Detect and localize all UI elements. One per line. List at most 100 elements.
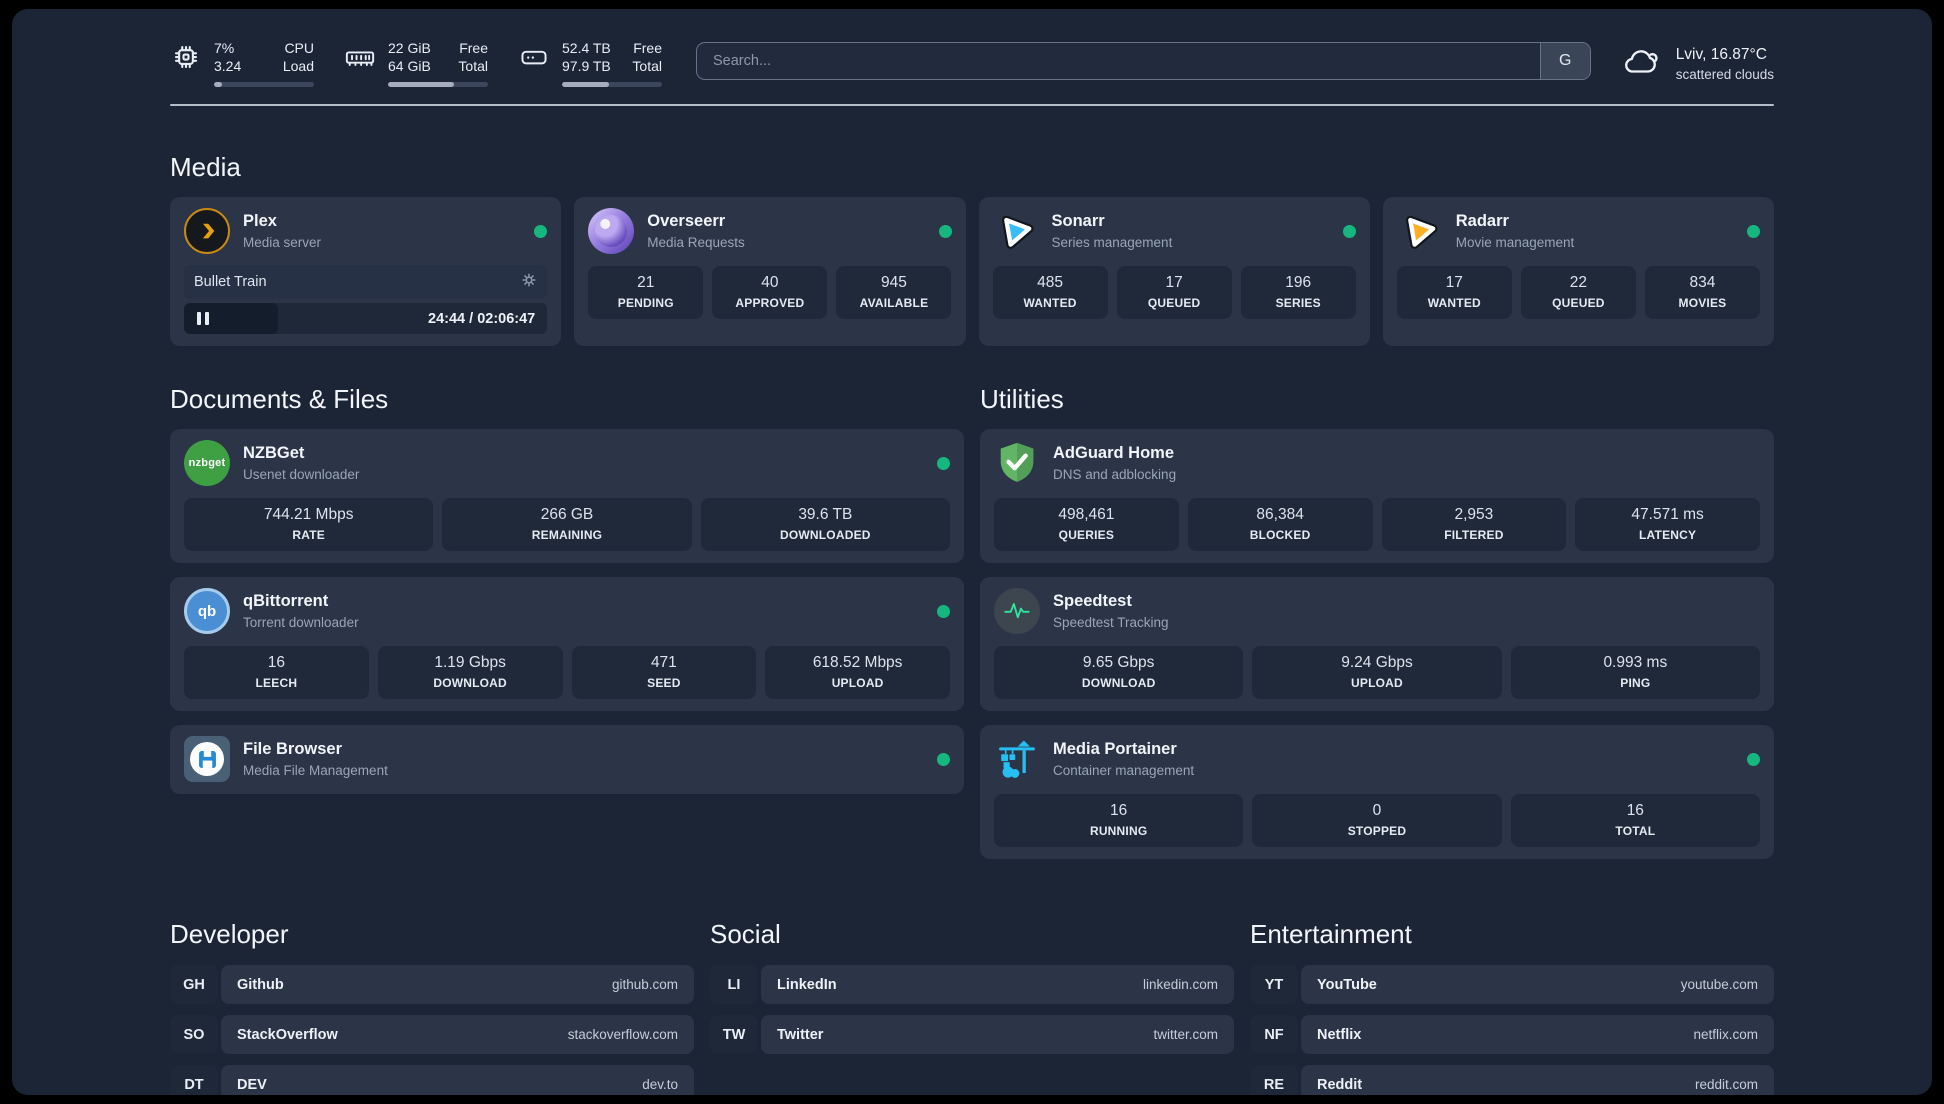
stat-value: 0.993 ms (1603, 654, 1668, 671)
search-bar: G (696, 42, 1591, 80)
link-name: Twitter (777, 1026, 824, 1043)
stat-tile: 0 STOPPED (1252, 794, 1502, 847)
app-subtitle: DNS and adblocking (1053, 467, 1177, 482)
settings-icon[interactable] (521, 272, 537, 292)
stat-label: LATENCY (1639, 528, 1697, 542)
storage-icon (518, 41, 550, 73)
stat-tile: 47.571 ms LATENCY (1575, 498, 1760, 551)
app-subtitle: Container management (1053, 763, 1195, 778)
section-title-developer: Developer (170, 919, 289, 949)
app-subtitle: Speedtest Tracking (1053, 615, 1169, 630)
stat-value: 21 (637, 274, 655, 291)
stat-tile: 9.65 Gbps DOWNLOAD (994, 646, 1244, 699)
dashboard: 7% 3.24 CPU Load 22 GiB 64 GiB Free Tota… (12, 9, 1932, 1095)
link-abbr: SO (170, 1015, 218, 1054)
search-engine-button[interactable]: G (1539, 43, 1590, 79)
app-name: Plex (243, 212, 277, 230)
stat-value: 834 (1689, 274, 1716, 291)
memory-progress-fill (388, 82, 454, 87)
stat-label: WANTED (1023, 296, 1077, 310)
stat-value: 9.65 Gbps (1082, 654, 1155, 671)
app-name: Sonarr (1051, 212, 1105, 230)
filebrowser-card[interactable]: File Browser Media File Management (170, 725, 964, 794)
pause-button[interactable] (184, 303, 278, 334)
radarr-card[interactable]: Radarr Movie management 17 WANTED 22 QUE… (1382, 197, 1774, 346)
link-row-netflix[interactable]: NF Netflix netflix.com (1250, 1015, 1774, 1054)
stat-value: 16 (1626, 802, 1644, 819)
nzbget-icon: nzbget (184, 440, 230, 486)
stat-value: 196 (1285, 274, 1312, 291)
qbittorrent-icon-text: qb (197, 602, 217, 620)
link-row-linkedin[interactable]: LI LinkedIn linkedin.com (710, 965, 1234, 1004)
stat-value: 471 (650, 654, 677, 671)
link-row-github[interactable]: GH Github github.com (170, 965, 694, 1004)
stat-label: REMAINING (531, 528, 603, 542)
adguard-card[interactable]: AdGuard Home DNS and adblocking 498,461 … (980, 429, 1774, 563)
link-name: YouTube (1317, 976, 1377, 993)
link-domain: reddit.com (1694, 1077, 1758, 1092)
link-abbr: RE (1250, 1065, 1298, 1095)
nzbget-icon-text: nzbget (188, 457, 226, 469)
link-domain: dev.to (642, 1077, 678, 1092)
stat-label: RATE (292, 528, 325, 542)
sonarr-icon (993, 208, 1039, 254)
qbittorrent-card[interactable]: qb qBittorrent Torrent downloader 16 LEE… (170, 577, 964, 711)
section-title-documents: Documents & Files (170, 384, 389, 414)
section-title-utilities: Utilities (980, 384, 1064, 414)
link-row-youtube[interactable]: YT YouTube youtube.com (1250, 965, 1774, 1004)
stat-tile: 498,461 QUERIES (994, 498, 1179, 551)
link-domain: netflix.com (1693, 1027, 1758, 1042)
storage-free-value: 52.4 TB (562, 40, 611, 56)
cpu-usage-value: 7% (214, 40, 235, 56)
cpu-progress-bar (214, 82, 314, 87)
app-subtitle: Series management (1051, 235, 1173, 250)
memory-icon (344, 41, 376, 73)
plex-icon (184, 208, 230, 254)
stat-value: 266 GB (540, 506, 594, 523)
stat-label: SERIES (1275, 296, 1321, 310)
playback-time: 24:44 / 02:06:47 (428, 310, 536, 327)
section-title-social: Social (710, 919, 781, 949)
nzbget-card[interactable]: nzbget NZBGet Usenet downloader 744.21 M… (170, 429, 964, 563)
link-row-twitter[interactable]: TW Twitter twitter.com (710, 1015, 1234, 1054)
overseerr-card[interactable]: Overseerr Media Requests 21 PENDING 40 A… (574, 197, 966, 346)
cpu-icon (170, 41, 202, 73)
link-name: Reddit (1317, 1076, 1363, 1093)
link-row-stackoverflow[interactable]: SO StackOverflow stackoverflow.com (170, 1015, 694, 1054)
stat-tile: 39.6 TB DOWNLOADED (700, 498, 950, 551)
stat-value: 2,953 (1454, 506, 1494, 523)
link-name: StackOverflow (237, 1026, 338, 1043)
storage-total-value: 97.9 TB (562, 58, 611, 74)
stat-label: WANTED (1427, 296, 1481, 310)
plex-card[interactable]: Plex Media server Bullet Train 24:44 / 0… (170, 197, 562, 346)
weather-widget: Lviv, 16.87°C scattered clouds (1621, 43, 1774, 84)
link-row-reddit[interactable]: RE Reddit reddit.com (1250, 1065, 1774, 1095)
storage-free-label: Free (633, 40, 662, 56)
app-subtitle: Usenet downloader (243, 467, 360, 482)
weather-condition: scattered clouds (1675, 66, 1774, 82)
storage-stat: 52.4 TB 97.9 TB Free Total (518, 39, 662, 87)
link-row-dev[interactable]: DT DEV dev.to (170, 1065, 694, 1095)
status-dot (938, 224, 952, 238)
stat-tile: 16 LEECH (184, 646, 369, 699)
stat-label: AVAILABLE (859, 296, 929, 310)
speedtest-card[interactable]: Speedtest Speedtest Tracking 9.65 Gbps D… (980, 577, 1774, 711)
link-name: Github (237, 976, 284, 993)
stat-label: DOWNLOAD (1081, 676, 1156, 690)
status-dot (937, 604, 950, 618)
adguard-icon (994, 440, 1040, 486)
sonarr-card[interactable]: Sonarr Series management 485 WANTED 17 Q… (978, 197, 1370, 346)
stat-label: TOTAL (1615, 824, 1656, 838)
stat-tile: 196 SERIES (1240, 266, 1356, 319)
memory-free-value: 22 GiB (388, 40, 431, 56)
search-input[interactable] (697, 43, 1540, 79)
radarr-icon (1397, 208, 1443, 254)
link-abbr: DT (170, 1065, 218, 1095)
storage-progress-fill (562, 82, 609, 87)
stat-label: SEED (647, 676, 681, 690)
stat-tile: 2,953 FILTERED (1381, 498, 1567, 551)
memory-stat: 22 GiB 64 GiB Free Total (344, 39, 488, 87)
stat-value: 16 (267, 654, 285, 671)
portainer-card[interactable]: Media Portainer Container management 16 … (980, 725, 1774, 859)
status-dot (937, 752, 950, 766)
